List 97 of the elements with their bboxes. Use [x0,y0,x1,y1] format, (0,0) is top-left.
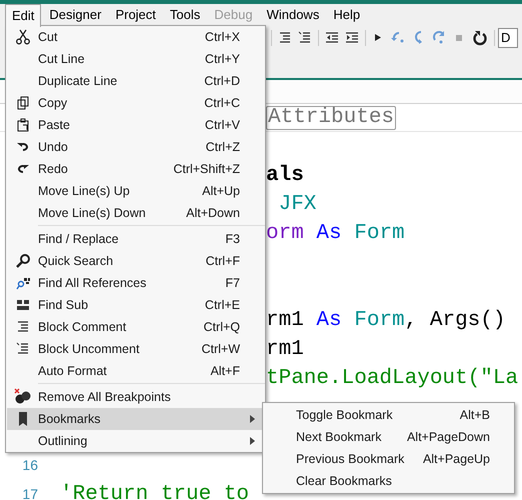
menu-bar-item[interactable]: Edit [5,4,42,27]
menu-item[interactable]: Move Line(s) Up Alt+Up [7,180,264,202]
menu-item-label: Remove All Breakpoints [38,388,172,406]
comment-lines-icon[interactable] [278,30,292,44]
menu-item[interactable]: Paste Ctrl+V [7,114,264,136]
menu-bar-item[interactable]: Project [109,4,162,26]
menu-item[interactable]: Find All References F7 [7,272,264,294]
menu-item[interactable]: Toggle Bookmark Alt+B [263,404,514,426]
menu-item[interactable]: Next Bookmark Alt+PageDown [263,426,514,448]
menu-item[interactable]: Block Comment Ctrl+Q [7,316,264,338]
menu-item-label: Find Sub [38,296,90,314]
line-number: 16 [21,456,38,475]
shortcut-text: Ctrl+E [204,296,240,314]
shortcut-text: Ctrl+X [204,28,240,46]
shortcut-text: Ctrl+Shift+Z [173,160,240,178]
menu-item[interactable]: Quick Search Ctrl+F [7,250,264,272]
menu-item-label: Duplicate Line [38,72,118,90]
code-line: rm1 As Form, Args() [266,308,506,334]
scissors-icon [14,29,30,45]
menu-item[interactable]: Undo Ctrl+Z [7,136,264,158]
shortcut-text: Alt+PageUp [422,450,490,468]
paste-icon [14,117,30,133]
shortcut-text: Ctrl+V [204,116,240,134]
menu-item[interactable]: Find Sub Ctrl+E [7,294,264,316]
menu-item-label: Previous Bookmark [296,450,406,468]
shortcut-text: Ctrl+F [206,252,240,270]
attributes-tab[interactable]: Attributes [266,106,396,130]
shortcut-text: Ctrl+Z [206,138,240,156]
shortcut-text: Ctrl+Q [204,318,240,336]
shortcut-text: Ctrl+C [204,94,240,112]
shortcut-text: Alt+Up [202,182,240,200]
shortcut-text: Ctrl+Y [204,50,240,68]
submenu-arrow-icon [250,415,254,423]
menu-item-label: Cut Line [38,50,86,68]
code-line: tPane.LoadLayout("La [266,366,518,392]
shortcut-text: Alt+F [210,362,240,380]
menu-item-label: Find All References [38,274,148,292]
menu-item[interactable]: Auto Format Alt+F [7,360,264,382]
menu-item[interactable]: Bookmarks [7,408,264,430]
menu-bar-item[interactable]: Help [327,4,366,26]
shortcut-text: Ctrl+W [201,340,240,358]
menu-item-label: Copy [38,94,68,112]
code-line: rm1 [266,337,304,363]
shortcut-text: Alt+B [460,406,490,424]
menu-item-label: Auto Format [38,362,108,380]
menu-item-label: Toggle Bookmark [296,406,394,424]
indent-icon[interactable] [345,30,359,44]
menu-item[interactable]: Duplicate Line Ctrl+D [7,70,264,92]
menu-item-label: Find / Replace [38,230,120,248]
bookmark-icon [16,411,28,427]
menu-item-label: Block Comment [38,318,128,336]
menu-item[interactable]: Outlining [7,430,264,452]
shortcut-text: F3 [225,230,240,248]
menu-item[interactable]: Redo Ctrl+Shift+Z [7,158,264,180]
menu-item-label: Paste [38,116,71,134]
shortcut-text: Alt+PageDown [406,428,490,446]
code-line: JFX [278,192,316,218]
menu-bar-item[interactable]: Designer [43,4,108,26]
blocks-icon [14,297,30,313]
breakpoints-icon [14,388,32,406]
shortcut-text: F7 [225,274,240,292]
submenu-arrow-icon [250,437,254,445]
code-line: orm As Form [266,221,405,247]
menu-item-label: Redo [38,160,69,178]
search-icon [14,253,30,269]
menu-item[interactable]: Previous Bookmark Alt+PageUp [263,448,514,470]
menu-item[interactable]: Cut Ctrl+X [7,26,264,48]
menu-item[interactable]: Find / Replace F3 [7,228,264,250]
restart-icon[interactable] [472,30,488,46]
code-line: 'Return true to [60,482,250,500]
menu-item-label: Move Line(s) Down [38,204,147,222]
menu-item-label: Undo [38,138,69,156]
menu-item-label: Quick Search [38,252,114,270]
menu-item[interactable]: Move Line(s) Down Alt+Down [7,202,264,224]
menu-item-label: Bookmarks [38,410,102,428]
menu-item-label: Move Line(s) Up [38,182,131,200]
menu-item[interactable]: Clear Bookmarks [263,470,514,492]
outdent-icon[interactable] [325,30,339,44]
shortcut-text: Alt+Down [186,204,240,222]
copy-icon [14,95,30,111]
menu-item[interactable]: Cut Line Ctrl+Y [7,48,264,70]
menu-bar-item[interactable]: Tools [164,4,206,26]
menu-item-label: Outlining [38,432,88,450]
menu-item-label: Cut [38,28,58,46]
code-line: als [266,163,304,189]
menu-item-label: Next Bookmark [296,428,382,446]
dropdown-field[interactable]: D [498,28,518,48]
menu-item[interactable]: Block Uncomment Ctrl+W [7,338,264,360]
menu-item[interactable]: Copy Ctrl+C [7,92,264,114]
find-references-icon [14,275,30,291]
uncomment-lines-icon[interactable] [298,30,312,44]
menu-bar-item[interactable]: Windows [260,4,326,26]
menu-item-label: Clear Bookmarks [296,472,393,490]
line-number: 17 [21,485,38,500]
menu-item[interactable]: Remove All Breakpoints [7,386,264,408]
shortcut-text: Ctrl+D [204,72,240,90]
menu-item-label: Block Uncomment [38,340,140,358]
